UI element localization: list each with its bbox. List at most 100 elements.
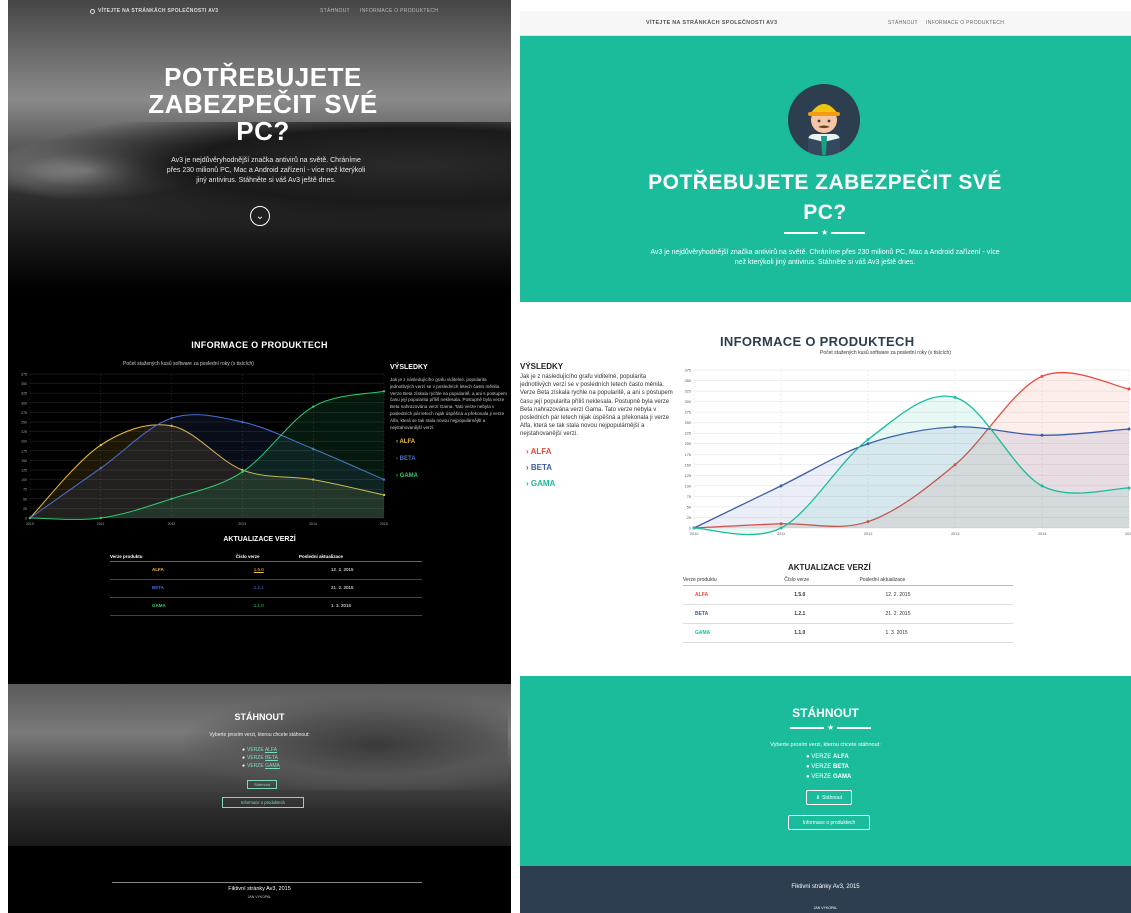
results-text: Jak je z následujícího grafu viditelné, …: [390, 377, 507, 430]
download-option-gama[interactable]: ● VERZE GAMA: [242, 762, 280, 770]
row-version[interactable]: 1.2.1: [235, 579, 299, 598]
data-point: [170, 497, 173, 500]
hero-title: POTŘEBUJETE ZABEZPEČIT SVÉ PC?: [648, 171, 1002, 224]
y-tick-label: 0: [689, 527, 691, 531]
legend-item-beta: › BETA: [396, 456, 416, 463]
download-option-alfa[interactable]: ● VERZE ALFA: [806, 752, 851, 762]
nav-link-download[interactable]: STÁHNOUT: [320, 8, 350, 14]
table-header-row: Verze produktu Číslo verze Poslední aktu…: [110, 552, 422, 562]
chart-legend: › ALFA › BETA › GAMA: [520, 447, 676, 488]
y-tick-label: 25: [687, 516, 691, 520]
data-point: [99, 466, 103, 470]
hero-lead: Av3 je nejdůvěryhodnější značka antivirů…: [166, 157, 366, 184]
y-tick-label: 275: [685, 411, 691, 415]
table-header-row: Verze produktu Číslo verze Poslední aktu…: [683, 575, 1013, 586]
star-divider: ★: [784, 229, 866, 237]
data-point: [779, 484, 783, 488]
row-name: GAMA: [110, 597, 236, 616]
chevron-down-icon: ⌄: [255, 210, 265, 222]
products-title: INFORMACE O PRODUKTECH: [191, 340, 328, 350]
navbar: VÍTEJTE NA STRÁNKÁCH SPOLEČNOSTI AV3 STÁ…: [520, 11, 1131, 36]
downloads-chart: 0 25 50 75 100 125 150 175 200 225 250 275 300 325 350…: [21, 373, 388, 527]
y-tick-label: 150: [21, 459, 27, 463]
row-version[interactable]: 1.1.0: [235, 597, 299, 616]
y-tick-label: 175: [21, 449, 27, 453]
hero-title: POTŘEBUJETE ZABEZPEČIT SVÉ PC?: [148, 62, 378, 146]
footer-text: Fiktivní stránky Av3, 2015: [228, 886, 291, 892]
table-row: GAMA 1.1.0 1. 3. 2015: [683, 623, 1013, 643]
nav-link-download[interactable]: STÁHNOUT: [888, 20, 918, 26]
data-point: [1127, 387, 1131, 391]
product-info-button[interactable]: Informace o produktech: [222, 797, 304, 808]
brand-link[interactable]: VÍTEJTE NA STRÁNKÁCH SPOLEČNOSTI AV3: [646, 20, 777, 26]
data-point: [170, 416, 173, 420]
row-version: 1.5.0: [784, 585, 860, 605]
download-option-beta[interactable]: ● VERZE BETA: [806, 762, 851, 772]
y-tick-label: 125: [21, 469, 27, 473]
download-option-alfa[interactable]: ● VERZE ALFA: [242, 746, 280, 754]
x-tick-label: 2013: [951, 532, 959, 536]
y-tick-label: 100: [21, 478, 27, 482]
updates-table: Verze produktu Číslo verze Poslední aktu…: [683, 575, 1013, 643]
header-name: Verze produktu: [683, 575, 785, 586]
row-date: 12. 2. 2015: [298, 561, 422, 580]
hero-lead: Av3 je nejdůvěryhodnější značka antivirů…: [650, 249, 1000, 266]
table-row: GAMA 1.1.0 1. 3. 2015: [110, 597, 422, 616]
results-panel: VÝSLEDKY Jak je z následujícího grafu vi…: [520, 362, 676, 495]
download-button[interactable]: Stáhnout: [247, 780, 277, 789]
download-option-beta[interactable]: ● VERZE BETA: [242, 754, 280, 762]
x-tick-label: 2010: [690, 532, 698, 536]
y-tick-label: 350: [21, 382, 27, 386]
products-title: INFORMACE O PRODUKTECH: [720, 334, 915, 349]
footer-divider: [112, 882, 422, 883]
data-point: [779, 526, 783, 530]
row-name: ALFA: [110, 561, 236, 580]
product-info-button[interactable]: Informace o produktech: [788, 815, 870, 830]
header-date: Poslední aktualizace: [298, 552, 422, 562]
row-date: 1. 3. 2015: [298, 597, 422, 616]
download-title: STÁHNOUT: [234, 712, 285, 722]
download-subtitle: Vyberte prosím verzi, kterou chcete stáh…: [209, 732, 310, 738]
header-date: Poslední aktualizace: [859, 575, 1013, 586]
download-options: ● VERZE ALFA ● VERZE BETA ● VERZE GAMA: [242, 746, 280, 770]
nav-links: STÁHNOUT INFORMACE O PRODUKTECH: [888, 20, 1004, 26]
row-version[interactable]: 1.5.0: [235, 561, 299, 580]
nav-link-products[interactable]: INFORMACE O PRODUKTECH: [360, 8, 438, 14]
legend-item-beta: › BETA: [526, 462, 553, 472]
y-tick-label: 275: [21, 411, 27, 415]
row-date: 12. 2. 2015: [859, 585, 1013, 605]
data-point: [28, 516, 32, 520]
x-tick-label: 2011: [777, 532, 785, 536]
row-version: 1.1.0: [784, 623, 860, 643]
data-point: [312, 405, 315, 408]
updates-table: Verze produktu Číslo verze Poslední aktu…: [110, 552, 422, 616]
data-point: [1040, 484, 1044, 488]
chart-subtitle: Počet stažených kusů software za posledn…: [820, 350, 951, 356]
download-button[interactable]: ⬇ Stáhnout: [806, 790, 852, 805]
results-title: VÝSLEDKY: [390, 364, 428, 371]
row-name: BETA: [110, 579, 236, 598]
brand-circle-icon: [90, 8, 95, 14]
row-name: GAMA: [683, 623, 785, 643]
data-point: [1040, 374, 1044, 378]
screenshot-divider: [511, 0, 520, 913]
x-tick-label: 2013: [238, 522, 246, 526]
star-divider: ★: [790, 724, 872, 732]
y-tick-label: 225: [21, 430, 27, 434]
header-name: Verze produktu: [110, 552, 236, 562]
x-tick-label: 2012: [168, 522, 176, 526]
y-tick-label: 175: [685, 453, 691, 457]
updates-title: AKTUALIZACE VERZÍ: [223, 536, 296, 543]
nav-link-products[interactable]: INFORMACE O PRODUKTECH: [926, 20, 1004, 26]
y-tick-label: 300: [685, 400, 691, 404]
y-tick-label: 375: [21, 373, 27, 377]
y-tick-label: 200: [685, 442, 691, 446]
scroll-down-button[interactable]: ⌄: [250, 206, 270, 226]
table-row: BETA 1.2.1 21. 2. 2015: [110, 579, 422, 598]
y-tick-label: 75: [23, 488, 27, 492]
avatar: [788, 84, 860, 156]
download-options: ● VERZE ALFA ● VERZE BETA ● VERZE GAMA: [806, 752, 851, 782]
brand-link[interactable]: VÍTEJTE NA STRÁNKÁCH SPOLEČNOSTI AV3: [90, 8, 218, 14]
download-option-gama[interactable]: ● VERZE GAMA: [806, 772, 851, 782]
chart-legend: › ALFA › BETA › GAMA: [390, 439, 508, 479]
